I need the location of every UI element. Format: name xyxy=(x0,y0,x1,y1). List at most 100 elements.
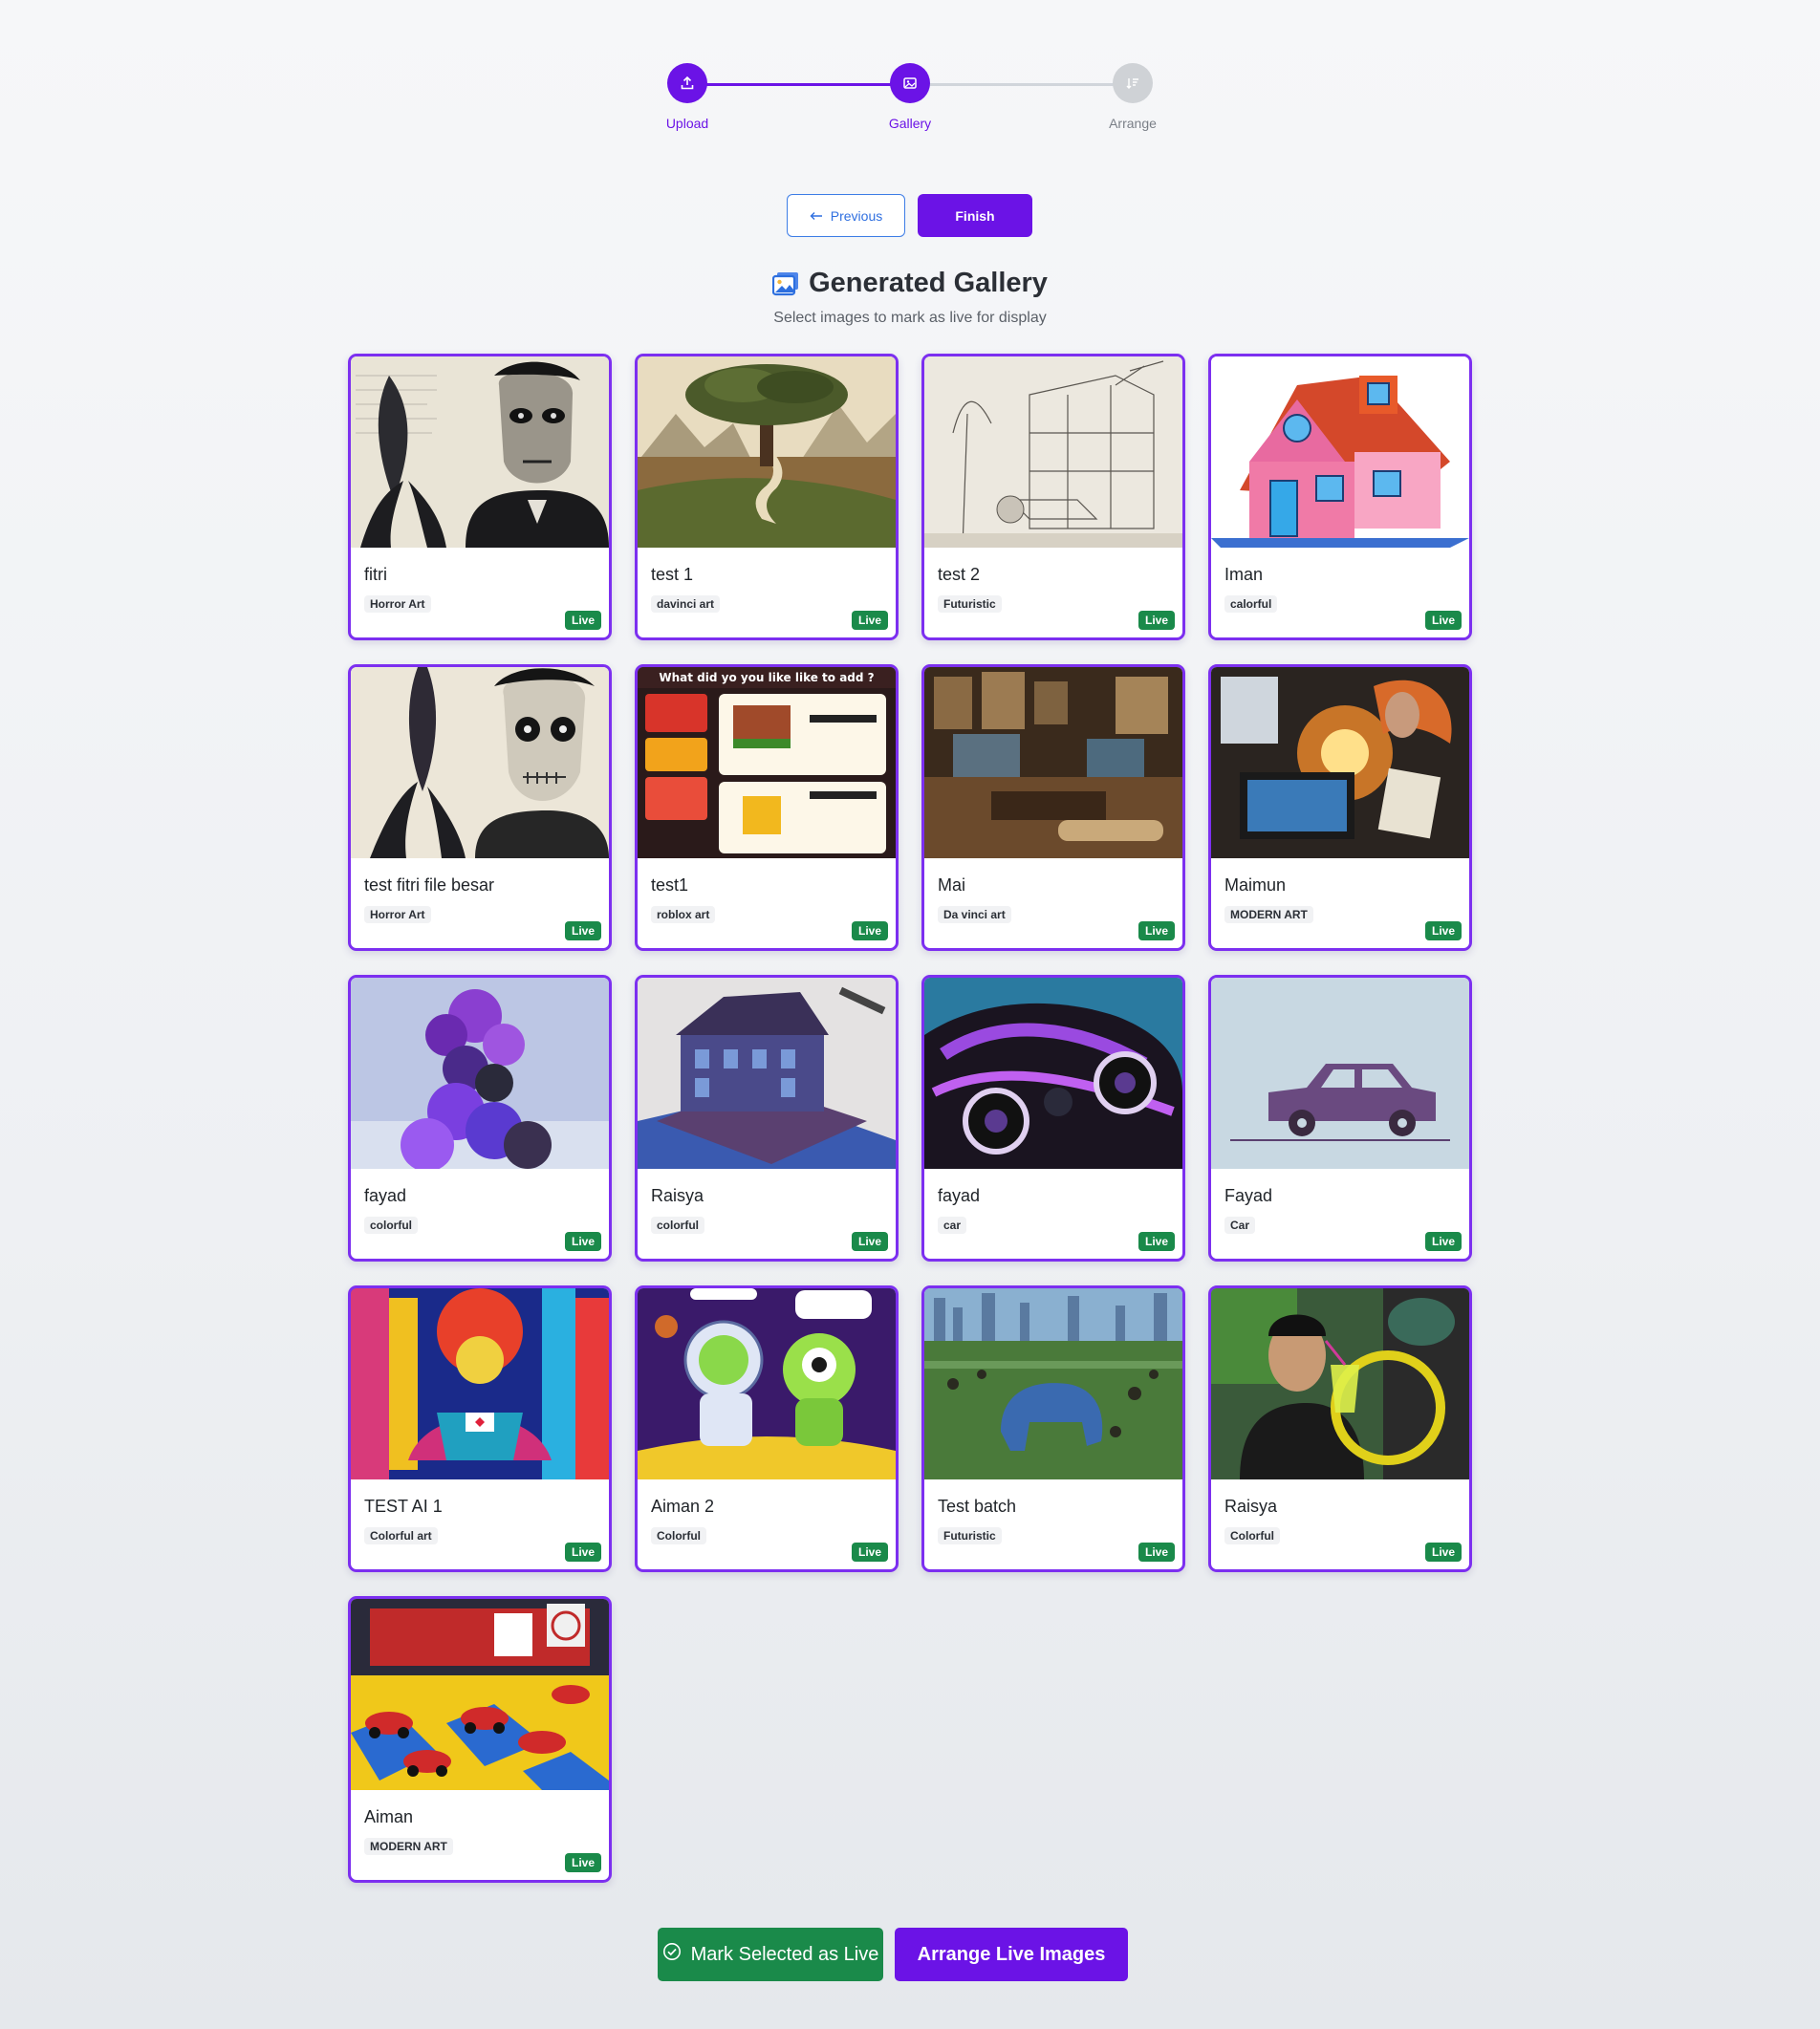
sort-icon xyxy=(1113,63,1153,103)
card-title: test 1 xyxy=(651,565,694,584)
gallery-card[interactable]: Mai Da vinci art Live xyxy=(921,664,1185,951)
gallery-card[interactable]: Aiman 2 Colorful Live xyxy=(635,1285,899,1572)
gallery-card[interactable]: fayad colorful Live xyxy=(348,975,612,1262)
card-image xyxy=(1211,978,1469,1169)
card-category-badge: MODERN ART xyxy=(364,1838,453,1855)
live-badge: Live xyxy=(851,611,888,630)
step-upload[interactable]: Upload xyxy=(630,63,745,131)
card-image xyxy=(351,1288,609,1479)
live-badge: Live xyxy=(1424,921,1462,940)
card-image xyxy=(351,978,609,1169)
upload-icon xyxy=(667,63,707,103)
gallery-grid: fitri Horror Art Live test 1 davinci art… xyxy=(348,354,1472,1883)
card-category-badge: Horror Art xyxy=(364,595,431,613)
card-title: TEST AI 1 xyxy=(364,1497,443,1516)
card-title: Maimun xyxy=(1224,875,1287,895)
card-title: Mai xyxy=(938,875,966,895)
gallery-icon xyxy=(771,271,799,304)
step-navigation: Previous Finish xyxy=(787,194,1032,237)
finish-button[interactable]: Finish xyxy=(918,194,1032,237)
step-gallery[interactable]: Gallery xyxy=(853,63,967,131)
live-badge: Live xyxy=(564,1853,601,1872)
gallery-card[interactable]: Fayad Car Live xyxy=(1208,975,1472,1262)
card-title: fayad xyxy=(938,1186,981,1205)
card-title: test 2 xyxy=(938,565,981,584)
card-title: fitri xyxy=(364,565,387,584)
card-title: test1 xyxy=(651,875,689,895)
live-badge: Live xyxy=(564,611,601,630)
card-title: Aiman 2 xyxy=(651,1497,715,1516)
gallery-card[interactable]: test 1 davinci art Live xyxy=(635,354,899,640)
gallery-card[interactable]: Iman calorful Live xyxy=(1208,354,1472,640)
live-badge: Live xyxy=(1138,1232,1175,1251)
card-title: Iman xyxy=(1224,565,1264,584)
live-badge: Live xyxy=(1138,1543,1175,1562)
card-image xyxy=(924,667,1182,858)
live-badge: Live xyxy=(851,921,888,940)
card-title: Aiman xyxy=(364,1807,414,1826)
live-badge: Live xyxy=(1424,1543,1462,1562)
page-subtitle: Select images to mark as live for displa… xyxy=(773,310,1047,326)
card-image xyxy=(1211,667,1469,858)
live-badge: Live xyxy=(1424,1232,1462,1251)
previous-button[interactable]: Previous xyxy=(787,194,905,237)
gallery-card[interactable]: test fitri file besar Horror Art Live xyxy=(348,664,612,951)
live-badge: Live xyxy=(564,921,601,940)
card-image xyxy=(351,667,609,858)
card-title: Test batch xyxy=(938,1497,1017,1516)
card-image xyxy=(351,356,609,548)
gallery-card[interactable]: Raisya colorful Live xyxy=(635,975,899,1262)
card-title: test fitri file besar xyxy=(364,875,495,895)
image-icon xyxy=(890,63,930,103)
card-image xyxy=(351,1599,609,1790)
card-image xyxy=(638,356,896,548)
card-category-badge: colorful xyxy=(364,1217,418,1234)
bottom-actions: Mark Selected as Live Arrange Live Image… xyxy=(658,1928,1128,1981)
arrange-live-images-button[interactable]: Arrange Live Images xyxy=(895,1928,1128,1981)
gallery-card[interactable]: fitri Horror Art Live xyxy=(348,354,612,640)
card-category-badge: Colorful art xyxy=(364,1527,438,1544)
gallery-card[interactable]: fayad car Live xyxy=(921,975,1185,1262)
previous-button-label: Previous xyxy=(830,207,883,224)
gallery-card[interactable]: Test batch Futuristic Live xyxy=(921,1285,1185,1572)
card-category-badge: Colorful xyxy=(1224,1527,1280,1544)
menu-heading-text: What did yo you like like to add ? xyxy=(659,671,874,684)
mark-selected-live-label: Mark Selected as Live xyxy=(690,1943,879,1965)
card-image xyxy=(924,356,1182,548)
live-badge: Live xyxy=(851,1543,888,1562)
live-badge: Live xyxy=(1424,611,1462,630)
step-arrange-label: Arrange xyxy=(1109,116,1157,131)
card-category-badge: colorful xyxy=(651,1217,704,1234)
step-arrange[interactable]: Arrange xyxy=(1075,63,1190,131)
gallery-card[interactable]: Raisya Colorful Live xyxy=(1208,1285,1472,1572)
gallery-card[interactable]: Maimun MODERN ART Live xyxy=(1208,664,1472,951)
live-badge: Live xyxy=(564,1232,601,1251)
card-category-badge: car xyxy=(938,1217,967,1234)
gallery-card[interactable]: TEST AI 1 Colorful art Live xyxy=(348,1285,612,1572)
card-title: Raisya xyxy=(1224,1497,1278,1516)
card-category-badge: Futuristic xyxy=(938,1527,1002,1544)
card-image xyxy=(1211,356,1469,548)
page-title-text: Generated Gallery xyxy=(809,268,1048,298)
step-gallery-label: Gallery xyxy=(888,116,932,131)
gallery-card[interactable]: Aiman MODERN ART Live xyxy=(348,1596,612,1883)
card-category-badge: Car xyxy=(1224,1217,1256,1234)
page-title: Generated Gallery xyxy=(0,268,1820,304)
gallery-card[interactable]: What did yo you like like to add ? test1… xyxy=(635,664,899,951)
gallery-card[interactable]: test 2 Futuristic Live xyxy=(921,354,1185,640)
live-badge: Live xyxy=(564,1543,601,1562)
card-image xyxy=(638,1288,896,1479)
card-image xyxy=(924,978,1182,1169)
mark-selected-live-button[interactable]: Mark Selected as Live xyxy=(658,1928,883,1981)
card-image xyxy=(1211,1288,1469,1479)
card-category-badge: Horror Art xyxy=(364,906,431,923)
live-badge: Live xyxy=(851,1232,888,1251)
card-image xyxy=(638,978,896,1169)
progress-stepper: Upload Gallery Arrange xyxy=(665,63,1160,140)
card-category-badge: davinci art xyxy=(651,595,721,613)
live-badge: Live xyxy=(1138,921,1175,940)
card-image xyxy=(924,1288,1182,1479)
card-title: Fayad xyxy=(1224,1186,1273,1205)
step-upload-label: Upload xyxy=(665,116,709,131)
card-title: Raisya xyxy=(651,1186,704,1205)
